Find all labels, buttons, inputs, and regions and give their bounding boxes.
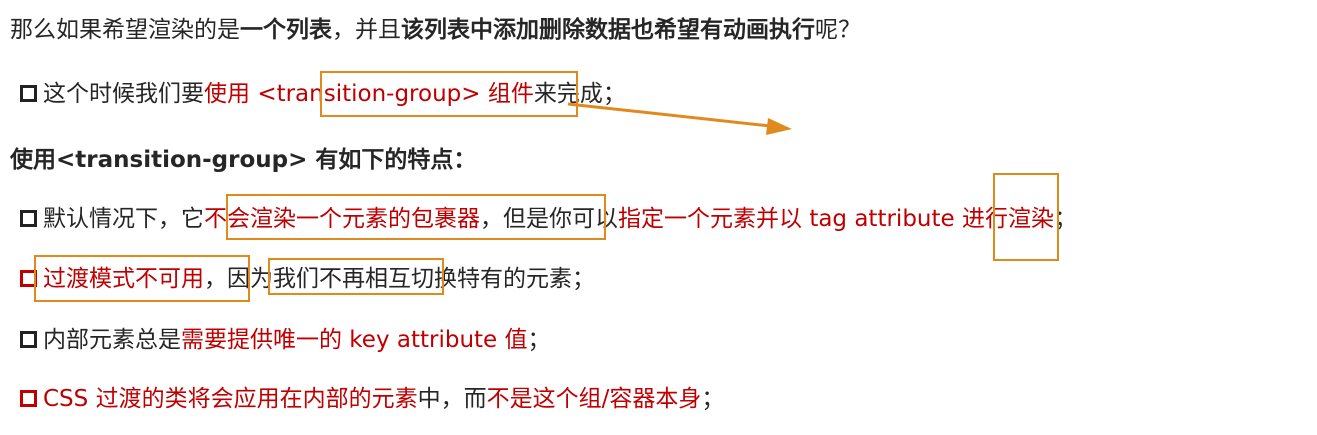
feature1-text-1: 默认情况下，它: [43, 206, 204, 232]
intro-line: 那么如果希望渲染的是一个列表，并且该列表中添加删除数据也希望有动画执行呢？: [10, 15, 861, 45]
bullet-square-icon: [20, 85, 37, 102]
intro-emphasis-list: 一个列表: [240, 17, 332, 43]
features-heading: 使用<transition-group> 有如下的特点：: [10, 147, 477, 173]
feature2-mode-unavailable: 过渡模式不可用: [43, 266, 204, 292]
feature1-end: ；: [1053, 206, 1077, 232]
feature-key-required: 内部元素总是需要提供唯一的 key attribute 值；: [20, 325, 551, 355]
feature-mode-unavailable: 过渡模式不可用，因为我们不再相互切换特有的元素；: [20, 264, 595, 294]
bullet-square-icon: [20, 331, 37, 348]
bullet-square-icon: [20, 270, 37, 287]
feature-css-classes: CSS 过渡的类将会应用在内部的元素中，而不是这个组/容器本身；: [20, 384, 724, 414]
feature1-text-2: ，但是你可以: [480, 206, 618, 232]
feature3-text-1: 内部元素总是: [43, 327, 181, 353]
intro-text-2: ，并且: [332, 17, 401, 43]
bullet1-text-component: 组件: [480, 81, 534, 107]
feature1-no-wrapper: 不会渲染一个元素的包裹器: [204, 206, 480, 232]
intro-text-1: 那么如果希望渲染的是: [10, 17, 240, 43]
transition-group-tag: <transition-group>: [257, 81, 481, 107]
feature3-key-attribute: 需要提供唯一的 key attribute 值: [181, 327, 528, 353]
feature-no-wrapper: 默认情况下，它不会渲染一个元素的包裹器，但是你可以指定一个元素并以 tag at…: [20, 204, 1077, 234]
feature3-end: ；: [527, 327, 551, 353]
intro-emphasis-animation: 该列表中添加删除数据也希望有动画执行: [401, 17, 815, 43]
feature4-css-classes: CSS 过渡的类将会应用在内部的元素: [43, 386, 418, 412]
feature4-end: ；: [701, 386, 725, 412]
feature1-specify-element: 指定一个元素并以: [618, 206, 810, 232]
intro-text-3: 呢？: [815, 17, 861, 43]
bullet1-text-use: 使用: [204, 81, 258, 107]
feature4-text-2: 中，而: [417, 386, 487, 412]
bullet1-text-1: 这个时候我们要: [43, 81, 204, 107]
bullet1-text-end: 来完成；: [533, 81, 626, 107]
feature1-attribute-render: attribute 进行渲染: [847, 206, 1054, 232]
feature2-reason: ，因为我们不再相互切换特有的元素；: [204, 266, 595, 292]
feature1-tag: tag: [809, 206, 848, 232]
bullet-square-icon: [20, 390, 37, 407]
feature4-not-container: 不是这个组/容器本身: [486, 386, 702, 412]
bullet-use-transition-group: 这个时候我们要使用 <transition-group> 组件来完成；: [20, 79, 626, 109]
bullet-square-icon: [20, 210, 37, 227]
